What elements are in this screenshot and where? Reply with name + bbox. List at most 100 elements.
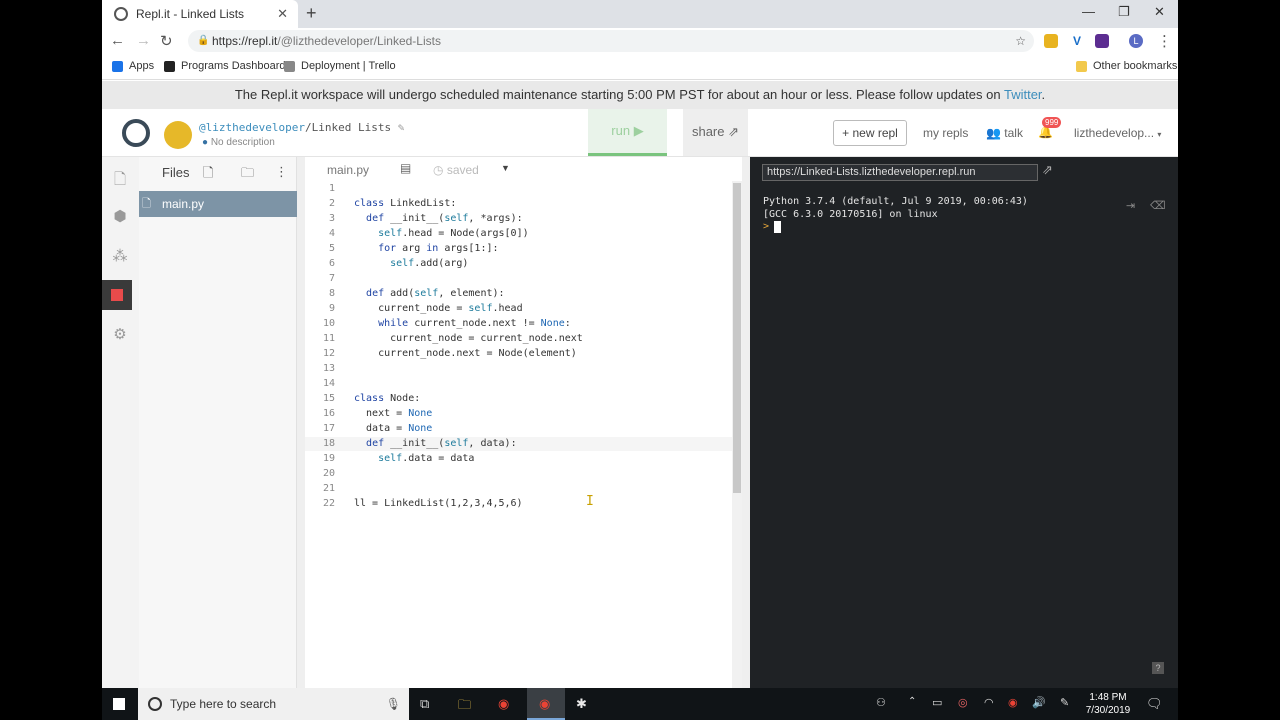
bookmark-apps[interactable]: Apps	[112, 60, 154, 72]
menu-kebab-icon[interactable]: ⋮	[1157, 32, 1172, 50]
code-line: self.head = Node(args[0])	[378, 228, 529, 239]
repl-description[interactable]: ● No description	[202, 137, 275, 148]
clear-console-icon[interactable]: ⌫	[1150, 199, 1166, 212]
forward-icon[interactable]: →	[136, 32, 151, 49]
new-repl-button[interactable]: + new repl	[833, 120, 907, 146]
line-number: 14	[322, 378, 335, 389]
search-placeholder: Type here to search	[170, 697, 277, 711]
bookmark-programs-dashboard[interactable]: Programs Dashboard	[164, 60, 286, 72]
bookmark-other[interactable]: Other bookmarks	[1076, 60, 1177, 72]
chrome-icon[interactable]: ◉	[498, 696, 509, 712]
browser-tab[interactable]: Repl.it - Linked Lists ✕	[102, 0, 298, 28]
taskbar-clock[interactable]: 1:48 PM 7/30/2019	[1080, 691, 1136, 717]
address-bar[interactable]: 🔒 https://repl.it/@lizthedeveloper/Linke…	[188, 30, 1034, 52]
start-button[interactable]	[102, 688, 137, 720]
reload-icon[interactable]: ↻	[160, 32, 173, 50]
description-text: No description	[210, 137, 275, 148]
user-menu[interactable]: lizthedevelop... ▾	[1074, 126, 1161, 140]
saved-label: saved	[446, 163, 479, 177]
banner-text: The Repl.it workspace will undergo sched…	[234, 87, 1004, 102]
replit-logo-icon[interactable]	[122, 119, 150, 147]
bookmark-trello[interactable]: Deployment | Trello	[284, 60, 396, 72]
workspace-sidebar: 🗋 ⬢ ⁂ ⚙	[102, 157, 139, 688]
panel-splitter[interactable]	[297, 157, 305, 688]
minimize-icon[interactable]: —	[1082, 4, 1095, 19]
people-icon[interactable]: ⚇	[876, 696, 886, 709]
battery-icon[interactable]: ▭	[932, 696, 942, 709]
slack-icon[interactable]: ✱	[576, 696, 587, 712]
file-explorer-icon[interactable]: 🗀	[458, 696, 471, 718]
help-icon[interactable]: ?	[1152, 662, 1164, 674]
share-button[interactable]: share ⇗	[683, 109, 748, 156]
talk-link[interactable]: 👥 talk	[986, 126, 1023, 140]
code-line: current_node.next = Node(element)	[354, 348, 577, 359]
restore-icon[interactable]: ❐	[1118, 4, 1130, 20]
close-tab-icon[interactable]: ✕	[277, 6, 288, 22]
add-file-icon[interactable]: 🗋	[203, 164, 213, 186]
edit-pencil-icon[interactable]: ✎	[398, 121, 405, 134]
repl-owner[interactable]: @lizthedeveloper	[199, 121, 305, 134]
format-icon[interactable]: ▤	[400, 161, 411, 175]
code-line: self.add(arg)	[390, 258, 469, 269]
vue-extension-icon[interactable]: V	[1070, 34, 1084, 48]
line-number: 3	[328, 213, 335, 224]
bookmark-star-icon[interactable]: ☆	[1015, 30, 1026, 52]
microphone-icon[interactable]: 🎙	[386, 688, 401, 720]
volume-icon[interactable]: 🔊	[1032, 696, 1046, 709]
my-repls-link[interactable]: my repls	[923, 126, 968, 140]
add-folder-icon[interactable]: 🗀	[241, 164, 254, 186]
repl-name[interactable]: /Linked Lists	[305, 121, 391, 134]
twitter-link[interactable]: Twitter	[1004, 87, 1042, 102]
caret-down-icon: ▾	[1157, 130, 1162, 139]
url-path: /@lizthedeveloper/Linked-Lists	[277, 34, 441, 48]
line-number: 13	[322, 363, 335, 374]
open-external-icon[interactable]: ⇗	[1042, 162, 1053, 178]
extension-icon[interactable]	[1044, 34, 1058, 48]
url-host: https://repl.it	[212, 34, 278, 48]
pen-icon[interactable]: ✎	[1060, 696, 1069, 709]
editor-scrollbar[interactable]	[732, 181, 742, 688]
browser-window: Repl.it - Linked Lists ✕ + — ❐ ✕ ← → ↻ 🔒…	[102, 0, 1178, 688]
wifi-icon[interactable]: ◠	[984, 696, 994, 709]
run-button[interactable]: run ▶	[588, 109, 667, 156]
code-editor[interactable]: 1 2 class LinkedList: 3 def __init__(self, …	[305, 181, 742, 688]
files-icon[interactable]: 🗋	[111, 169, 129, 188]
bookmark-label: Other bookmarks	[1093, 60, 1178, 72]
window-close-icon[interactable]: ✕	[1154, 4, 1165, 20]
new-tab-icon[interactable]: +	[306, 3, 317, 24]
tray-app-icon[interactable]: ◎	[958, 696, 968, 709]
task-view-icon[interactable]: ⧉	[420, 696, 429, 712]
file-name: main.py	[162, 197, 205, 211]
tab-title: Repl.it - Linked Lists	[136, 7, 245, 21]
chrome-active-app[interactable]: ◉	[527, 688, 565, 720]
panel-splitter[interactable]	[742, 157, 750, 688]
code-line: def add(self, element):	[366, 288, 505, 299]
packages-icon[interactable]: ⬢	[111, 207, 129, 225]
file-item-main-py[interactable]: 🗋 main.py	[139, 191, 297, 217]
code-line: def __init__(self, data):	[366, 438, 517, 449]
more-options-icon[interactable]: ⋮	[275, 164, 288, 180]
workflowy-extension-icon[interactable]	[1095, 34, 1109, 48]
notification-badge: 999	[1042, 117, 1062, 128]
console-panel[interactable]: https://Linked-Lists.lizthedeveloper.rep…	[750, 157, 1178, 688]
editor-tab-main-py[interactable]: main.py	[327, 163, 369, 177]
taskbar-search[interactable]: Type here to search 🎙	[138, 688, 409, 720]
back-icon[interactable]: ←	[110, 32, 125, 49]
console-exit-icon[interactable]: ⇥	[1126, 199, 1135, 212]
repl-title[interactable]: @lizthedeveloper/Linked Lists ✎	[199, 121, 404, 134]
multiplayer-icon[interactable]: ⁂	[111, 247, 129, 265]
caret-down-icon[interactable]: ▼	[501, 163, 510, 173]
profile-avatar-icon[interactable]: L	[1129, 34, 1143, 48]
repl-run-url[interactable]: https://Linked-Lists.lizthedeveloper.rep…	[762, 164, 1038, 181]
chevron-up-icon[interactable]: ⌃	[908, 696, 916, 707]
repl-avatar[interactable]	[164, 121, 192, 149]
clock-date: 7/30/2019	[1085, 705, 1131, 716]
console-line: Python 3.7.4 (default, Jul 9 2019, 00:06…	[763, 196, 1028, 207]
stop-button[interactable]	[102, 280, 132, 310]
chrome-tray-icon[interactable]: ◉	[1008, 696, 1018, 709]
scrollbar-thumb[interactable]	[733, 183, 741, 493]
editor-tabs: main.py ▤ ◷ saved ▼	[305, 157, 742, 181]
console-line: [GCC 6.3.0 20170516] on linux	[763, 209, 938, 220]
notifications-icon[interactable]: 🗨	[1146, 696, 1163, 712]
settings-gear-icon[interactable]: ⚙	[111, 325, 129, 343]
